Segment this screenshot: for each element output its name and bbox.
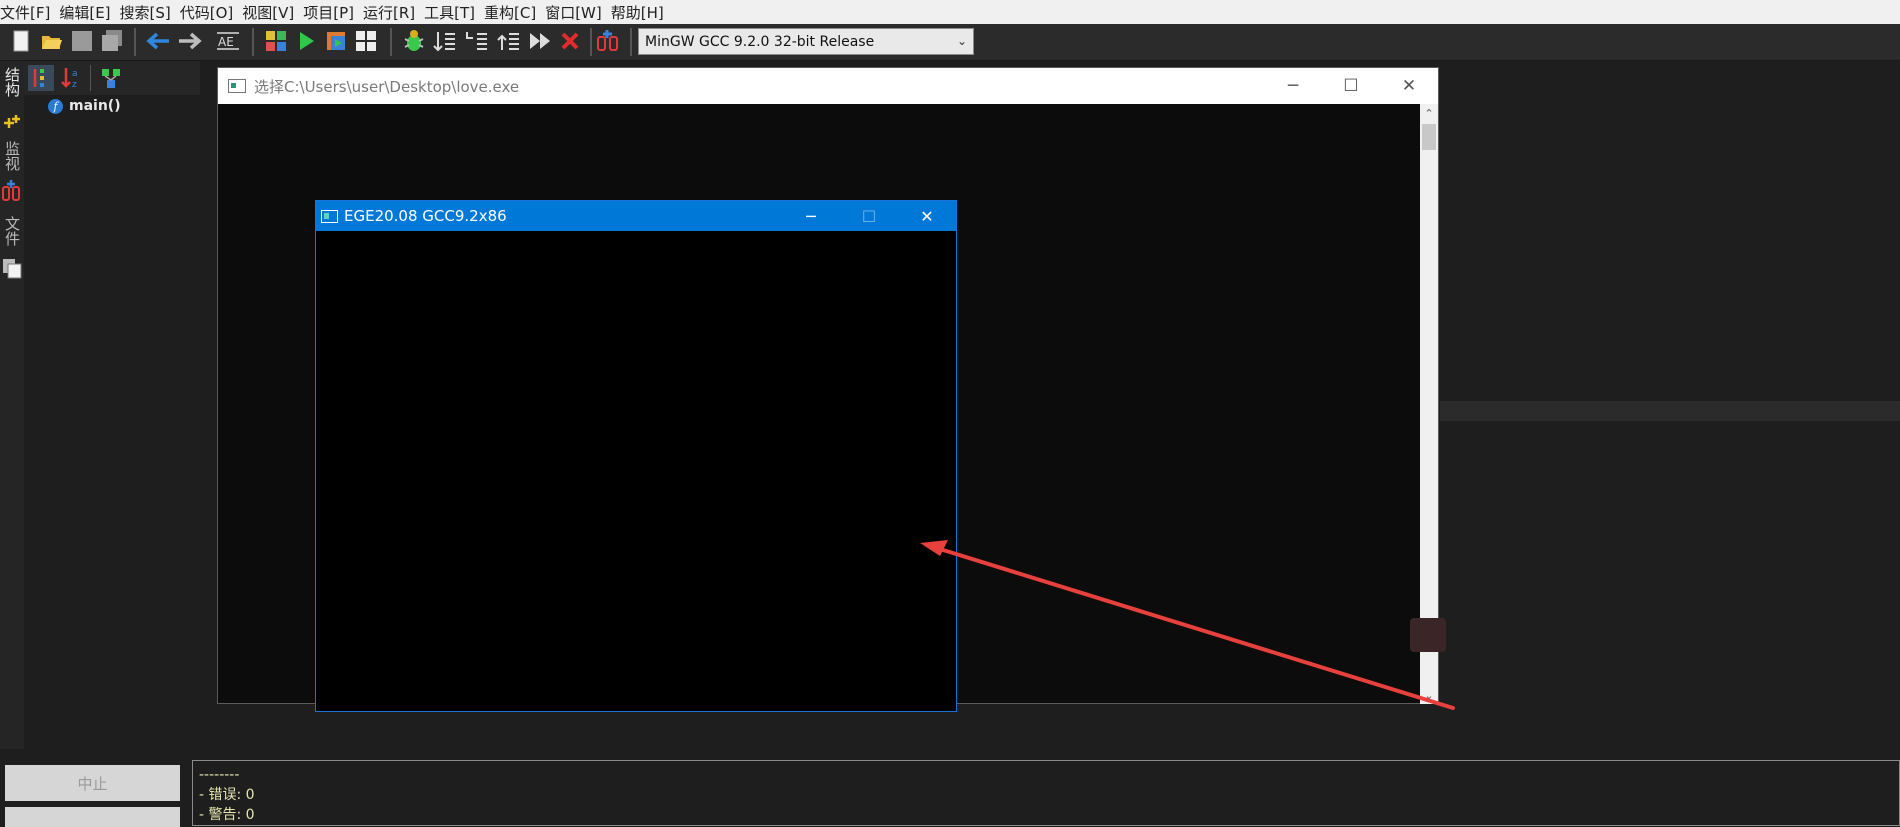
menu-window[interactable]: 窗口[W] xyxy=(545,2,611,23)
left-tab-strip: 结构 监视 文件 xyxy=(0,61,24,749)
tree-item-main[interactable]: f main() xyxy=(48,98,121,114)
toolbar-separator xyxy=(630,28,632,56)
step-out-icon[interactable] xyxy=(494,27,522,55)
stop-button[interactable]: 中止 xyxy=(5,765,180,801)
menu-view[interactable]: 视图[V] xyxy=(242,2,303,23)
debug-bug-icon[interactable] xyxy=(400,27,428,55)
ege-title-bar[interactable]: EGE20.08 GCC9.2x86 ─ ☐ ✕ xyxy=(316,201,956,231)
forward-arrow-icon[interactable] xyxy=(176,27,204,55)
console-scrollbar[interactable]: ⌃ ⌄ xyxy=(1420,104,1438,704)
new-file-icon[interactable] xyxy=(7,27,35,55)
compile-run-icon[interactable] xyxy=(322,27,350,55)
ege-graphics-window[interactable]: EGE20.08 GCC9.2x86 ─ ☐ ✕ xyxy=(315,200,957,712)
toolbar-separator xyxy=(390,28,392,56)
console-app-icon xyxy=(228,79,246,93)
open-folder-icon[interactable] xyxy=(38,27,66,55)
save-all-icon[interactable] xyxy=(98,27,126,55)
ege-close-button[interactable]: ✕ xyxy=(898,201,956,231)
menu-tools[interactable]: 工具[T] xyxy=(424,2,484,23)
structure-toolbar-separator xyxy=(90,65,95,91)
menu-file[interactable]: 文件[F] xyxy=(0,2,59,23)
run-icon[interactable] xyxy=(292,27,320,55)
debug-watch-icon xyxy=(1,179,21,207)
menu-refactor[interactable]: 重构[C] xyxy=(484,2,545,23)
svg-text:AE: AE xyxy=(218,35,234,49)
console-maximize-button[interactable]: ☐ xyxy=(1322,68,1380,104)
ege-app-icon xyxy=(321,209,338,223)
toolbar-separator xyxy=(252,28,254,56)
menu-edit[interactable]: 编辑[E] xyxy=(59,2,119,23)
function-name: main() xyxy=(69,98,121,114)
tab-structure[interactable]: 结构 xyxy=(2,67,23,97)
step-into-icon[interactable] xyxy=(462,27,490,55)
step-icon[interactable] xyxy=(430,27,458,55)
rebuild-icon[interactable] xyxy=(352,27,380,55)
toolbar-separator xyxy=(134,28,136,56)
console-minimize-button[interactable]: ─ xyxy=(1264,68,1322,104)
log-line: - 错误: 0 xyxy=(199,787,255,803)
scroll-down-icon[interactable]: ⌄ xyxy=(1420,686,1438,704)
log-line: - 警告: 0 xyxy=(199,807,255,823)
profile-icon[interactable] xyxy=(594,27,622,55)
function-icon: f xyxy=(48,98,63,114)
toolbar-separator xyxy=(590,28,592,56)
svg-text:a: a xyxy=(72,69,78,79)
console-close-button[interactable]: ✕ xyxy=(1380,68,1438,104)
stop-icon[interactable] xyxy=(556,27,584,55)
console-title-bar[interactable]: 选择C:\Users\user\Desktop\love.exe ─ ☐ ✕ xyxy=(218,68,1438,104)
ege-maximize-button[interactable]: ☐ xyxy=(840,201,898,231)
compile-grid-icon[interactable] xyxy=(262,27,290,55)
ege-minimize-button[interactable]: ─ xyxy=(782,201,840,231)
structure-toolbar: az xyxy=(24,61,200,95)
menu-help[interactable]: 帮助[H] xyxy=(611,2,673,23)
format-icon[interactable]: AE xyxy=(214,27,242,55)
save-icon[interactable] xyxy=(68,27,96,55)
sort-by-type-icon[interactable] xyxy=(28,65,54,91)
svg-text:z: z xyxy=(72,80,77,90)
tab-files[interactable]: 文件 xyxy=(2,216,23,246)
back-arrow-icon[interactable] xyxy=(144,27,172,55)
files-icon xyxy=(1,257,23,283)
faint-floating-icon xyxy=(1410,618,1446,652)
continue-icon[interactable] xyxy=(526,27,554,55)
sort-alphabetical-icon[interactable]: az xyxy=(59,65,85,91)
menu-search[interactable]: 搜索[S] xyxy=(120,2,180,23)
add-watch-icon xyxy=(2,111,22,133)
menu-project[interactable]: 项目[P] xyxy=(303,2,363,23)
menu-run[interactable]: 运行[R] xyxy=(363,2,424,23)
compile-log[interactable]: -------- - 错误: 0 - 警告: 0 xyxy=(192,760,1900,826)
tab-watch[interactable]: 监视 xyxy=(2,141,23,171)
ege-title: EGE20.08 GCC9.2x86 xyxy=(344,207,507,225)
scroll-thumb[interactable] xyxy=(1422,124,1436,150)
secondary-button[interactable] xyxy=(5,807,180,827)
compiler-select-value: MinGW GCC 9.2.0 32-bit Release xyxy=(645,33,875,50)
editor-current-line xyxy=(1440,401,1900,421)
scroll-up-icon[interactable]: ⌃ xyxy=(1420,104,1438,122)
menu-bar: 文件[F] 编辑[E] 搜索[S] 代码[O] 视图[V] 项目[P] 运行[R… xyxy=(0,0,1900,24)
hierarchy-icon[interactable] xyxy=(98,65,124,91)
compiler-select[interactable]: MinGW GCC 9.2.0 32-bit Release ⌄ xyxy=(638,28,974,55)
menu-code[interactable]: 代码[O] xyxy=(180,2,243,23)
log-line: -------- xyxy=(199,767,240,783)
structure-panel xyxy=(24,61,200,749)
console-title: 选择C:\Users\user\Desktop\love.exe xyxy=(254,77,520,96)
chevron-down-icon: ⌄ xyxy=(956,34,967,48)
